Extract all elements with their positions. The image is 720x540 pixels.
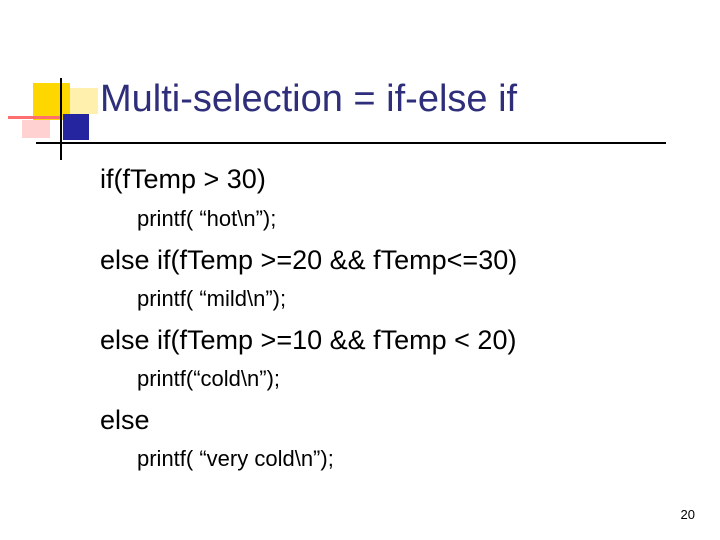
code-line-printf-mild: printf( “mild\n”); <box>137 286 287 311</box>
code-line-else: else <box>100 405 150 435</box>
slide: Multi-selection = if-else if if(fTemp > … <box>0 0 720 540</box>
code-line-printf-cold: printf(“cold\n”); <box>137 366 281 391</box>
code-line-if: if(fTemp > 30) <box>100 164 266 194</box>
code-line-printf-hot: printf( “hot\n”); <box>137 206 277 231</box>
code-line-printf-very-cold: printf( “very cold\n”); <box>137 446 334 471</box>
page-number: 20 <box>680 507 695 522</box>
code-line-else-if-mild: else if(fTemp >=20 && fTemp<=30) <box>100 245 518 275</box>
slide-title: Multi-selection = if-else if <box>100 78 518 120</box>
code-line-else-if-cold: else if(fTemp >=10 && fTemp < 20) <box>100 325 517 355</box>
title-divider <box>36 142 666 144</box>
